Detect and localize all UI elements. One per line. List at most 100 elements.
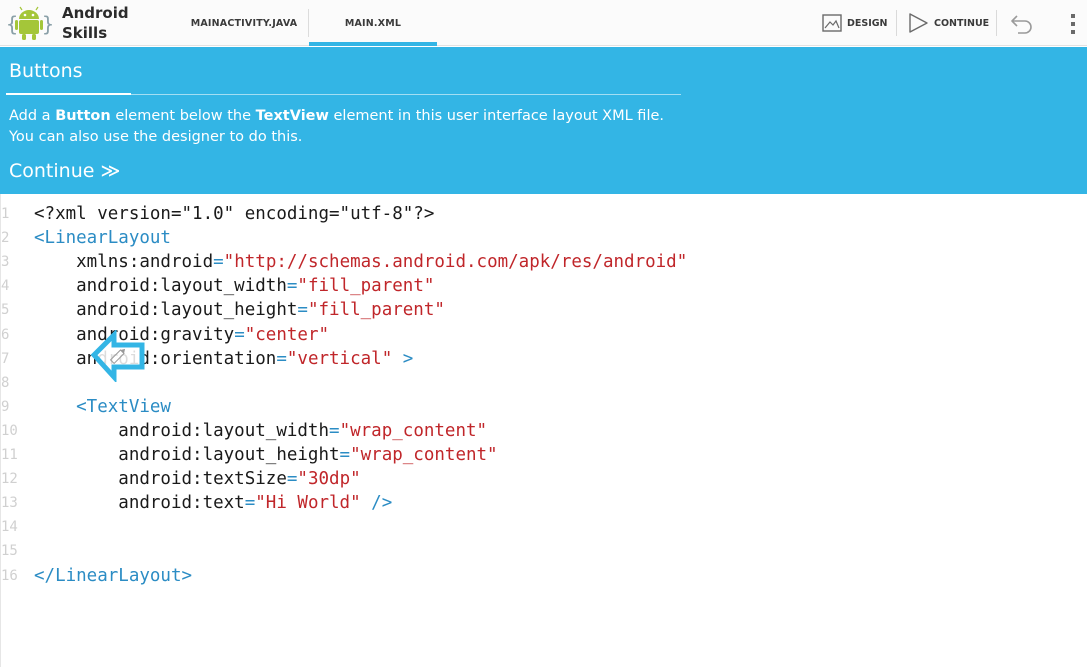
code-line[interactable]: 16 </LinearLayout> <box>0 564 1087 588</box>
code-line[interactable]: 14 <box>0 515 1087 539</box>
code-token-eq: = <box>297 300 308 321</box>
code-text: android:layout_height="wrap_content" <box>34 443 498 467</box>
code-token-str: "30dp" <box>297 469 361 490</box>
instruction-keyword: TextView <box>255 108 329 124</box>
line-number: 4 <box>1 278 10 295</box>
line-number: 15 <box>1 543 18 560</box>
action-divider <box>896 10 897 36</box>
code-token-plain: android:layout_height <box>34 300 298 321</box>
tab-label: MAIN.XML <box>344 17 402 29</box>
code-line[interactable]: 9 <TextView <box>0 395 1087 419</box>
code-line[interactable]: 10 android:layout_width="wrap_content" <box>0 419 1087 443</box>
instruction-line-2: You can also use the designer to do this… <box>9 129 303 145</box>
code-line[interactable]: 2 <LinearLayout <box>0 226 1087 250</box>
line-number: 14 <box>1 519 18 536</box>
instruction-text: element in this user interface layout XM… <box>328 108 665 124</box>
action-divider <box>996 10 997 36</box>
drag-arrow-icon[interactable] <box>90 330 148 382</box>
lesson-continue-link[interactable]: Continue ≫ <box>9 160 120 182</box>
tab-main-xml[interactable]: MAIN.XML <box>309 0 437 46</box>
code-token-plain: android:layout_height <box>34 445 340 465</box>
code-token-str: "vertical" <box>286 348 393 369</box>
code-line[interactable]: 12 android:textSize="30dp" <box>0 467 1087 491</box>
line-number: 2 <box>1 230 10 247</box>
code-line[interactable]: 6 android:gravity="center" <box>0 323 1087 347</box>
title-divider <box>131 94 681 95</box>
tab-mainactivity-java[interactable]: MAINACTIVITY.JAVA <box>180 0 308 46</box>
lesson-title: Buttons <box>9 60 83 82</box>
code-token-plain: android:orientation <box>34 348 277 369</box>
code-token-eq: = <box>276 348 287 369</box>
play-triangle-icon <box>909 13 928 33</box>
code-text: </LinearLayout> <box>34 564 192 588</box>
app-title-line1: Android <box>62 4 129 22</box>
code-text: android:gravity="center" <box>34 323 329 347</box>
line-number: 8 <box>1 374 10 391</box>
code-token-str: "center" <box>244 324 330 345</box>
line-number: 10 <box>1 422 18 439</box>
code-token-str: "Hi World" <box>255 493 361 514</box>
app-title: Android Skills <box>62 3 142 43</box>
undo-icon[interactable] <box>1008 10 1036 36</box>
code-line[interactable]: 4 android:layout_width="fill_parent" <box>0 274 1087 298</box>
line-number: 5 <box>1 302 10 319</box>
code-token-plain: xmlns:android <box>34 252 214 273</box>
code-token-plain: android:layout_width <box>34 420 330 441</box>
design-image-icon <box>822 14 842 32</box>
code-text: <TextView <box>34 395 171 419</box>
design-label: DESIGN <box>847 17 888 29</box>
lesson-panel: Buttons Add a Button element below the T… <box>0 47 1087 194</box>
code-token-eq: = <box>339 445 351 465</box>
instruction-line-1: Add a Button element below the TextView … <box>9 106 1069 127</box>
code-token-plain: android:text <box>34 493 245 514</box>
code-line[interactable]: 13 android:text="Hi World" /> <box>0 491 1087 515</box>
code-line[interactable]: 15 <box>0 539 1087 563</box>
code-text: android:textSize="30dp" <box>34 467 361 491</box>
line-number: 1 <box>1 206 10 222</box>
code-token-eq: = <box>286 276 298 297</box>
code-token-tag: /> <box>360 493 393 514</box>
line-number: 16 <box>1 567 18 584</box>
code-token-plain: android:textSize <box>34 469 287 490</box>
lesson-instructions: Add a Button element below the TextView … <box>9 106 1069 148</box>
android-robot-icon[interactable]: { } <box>6 4 52 42</box>
code-token-tag: </LinearLayout> <box>34 565 193 586</box>
line-number: 9 <box>1 398 10 415</box>
code-token-eq: = <box>286 469 298 490</box>
design-button[interactable]: DESIGN <box>822 0 888 46</box>
code-text: <?xml version="1.0" encoding="utf-8"?> <box>34 202 434 226</box>
code-token-eq: = <box>244 493 256 514</box>
code-text: android:layout_width="fill_parent" <box>34 274 434 298</box>
code-token-tag: > <box>392 348 414 369</box>
svg-text:}: } <box>42 12 52 36</box>
code-line[interactable]: 8 <box>0 371 1087 395</box>
code-token-tag: <TextView <box>34 396 171 417</box>
code-token-eq: = <box>329 420 340 441</box>
instruction-text: element below the <box>110 108 256 124</box>
continue-label: CONTINUE <box>934 17 990 29</box>
code-line[interactable]: 11 android:layout_height="wrap_content" <box>0 443 1087 467</box>
code-token-str: "fill_parent" <box>297 276 435 297</box>
code-line[interactable]: 3 xmlns:android="http://schemas.android.… <box>0 250 1087 274</box>
line-number: 11 <box>1 447 18 463</box>
code-token-str: "http://schemas.android.com/apk/res/andr… <box>223 252 688 273</box>
code-text: <LinearLayout <box>34 226 171 250</box>
code-token-plain: <?xml version="1.0" encoding="utf-8"?> <box>34 204 435 224</box>
action-bar: { } Android Skills MAINACTIVITY.JAVA MAI… <box>0 0 1087 46</box>
code-token-plain: android:layout_width <box>34 276 287 297</box>
line-number: 3 <box>1 254 10 271</box>
code-token-str: "wrap_content" <box>350 445 498 465</box>
tab-label: MAINACTIVITY.JAVA <box>190 17 298 29</box>
code-editor[interactable]: 1 <?xml version="1.0" encoding="utf-8"?> 2… <box>0 194 1087 667</box>
line-number: 7 <box>1 350 10 367</box>
code-token-str: "wrap_content" <box>339 420 488 441</box>
app-title-line2: Skills <box>62 24 108 42</box>
title-underline <box>6 93 131 95</box>
code-line[interactable]: 1 <?xml version="1.0" encoding="utf-8"?> <box>0 202 1087 226</box>
code-token-eq: = <box>213 252 224 273</box>
code-line[interactable]: 7 android:orientation="vertical" > <box>0 347 1087 371</box>
overflow-menu-icon[interactable] <box>1068 12 1078 36</box>
continue-button[interactable]: CONTINUE <box>907 0 989 46</box>
code-token-str: "fill_parent" <box>307 300 445 321</box>
code-line[interactable]: 5 android:layout_height="fill_parent" <box>0 298 1087 322</box>
